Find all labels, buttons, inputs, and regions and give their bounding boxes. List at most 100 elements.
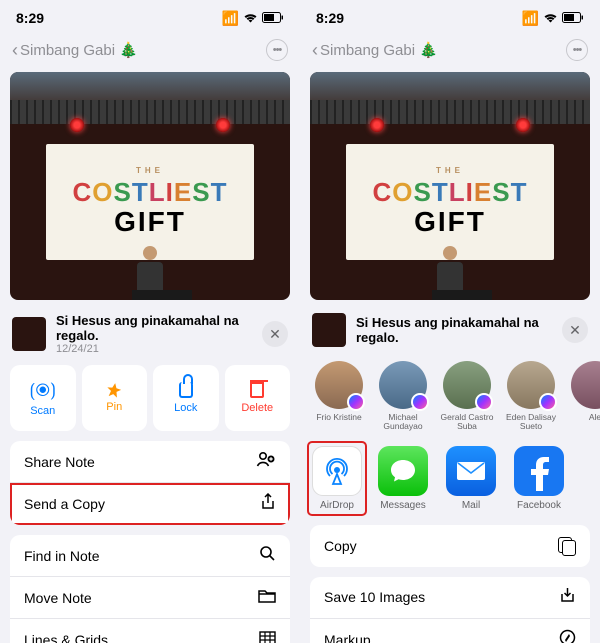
avatar xyxy=(571,361,600,409)
nav-bar: ‹ Simbang Gabi 🎄 ••• xyxy=(300,36,600,64)
close-icon: ✕ xyxy=(269,326,281,343)
folder-icon xyxy=(258,588,276,608)
delete-button[interactable]: Delete xyxy=(225,365,291,431)
messenger-badge-icon xyxy=(541,395,555,409)
airdrop-app[interactable]: AirDrop xyxy=(310,444,364,513)
back-label: Simbang Gabi 🎄 xyxy=(320,41,438,59)
avatar xyxy=(315,361,363,409)
avatar xyxy=(443,361,491,409)
save-images-label: Save 10 Images xyxy=(324,589,425,605)
cellular-icon: 📶 xyxy=(222,10,239,27)
back-button[interactable]: ‹ Simbang Gabi 🎄 xyxy=(12,40,138,61)
status-bar: 8:29 📶 xyxy=(300,0,600,36)
chevron-left-icon: ‹ xyxy=(312,40,318,61)
note-photo: THE COSTLIEST GIFT xyxy=(310,72,590,300)
search-icon xyxy=(259,545,276,567)
copy-label: Copy xyxy=(324,538,357,554)
wifi-icon xyxy=(543,10,558,26)
find-in-note-item[interactable]: Find in Note xyxy=(10,535,290,577)
move-note-item[interactable]: Move Note xyxy=(10,577,290,619)
battery-icon xyxy=(262,10,284,26)
save-images-item[interactable]: Save 10 Images xyxy=(310,577,590,619)
status-time: 8:29 xyxy=(316,10,344,26)
status-icons: 📶 xyxy=(522,10,584,27)
battery-icon xyxy=(562,10,584,26)
close-button[interactable]: ✕ xyxy=(262,321,288,347)
person-name: Ale xyxy=(568,413,600,422)
photo-title2: GIFT xyxy=(114,206,186,238)
share-person[interactable]: Eden Dalisay Sueto xyxy=(504,361,558,432)
messenger-badge-icon xyxy=(413,395,427,409)
share-person[interactable]: Ale xyxy=(568,361,600,432)
share-person[interactable]: Gerald Castro Suba xyxy=(440,361,494,432)
delete-label: Delete xyxy=(241,402,273,414)
copy-icon xyxy=(558,537,576,555)
share-icon xyxy=(260,493,276,516)
send-copy-item[interactable]: Send a Copy xyxy=(10,483,290,525)
chevron-left-icon: ‹ xyxy=(12,40,18,61)
more-button[interactable]: ••• xyxy=(566,39,588,61)
messages-label: Messages xyxy=(376,500,430,511)
people-row: Frio Kristine Michael Gundayao Gerald Ca… xyxy=(300,357,600,442)
pin-label: Pin xyxy=(106,401,122,413)
photo-title2: GIFT xyxy=(414,206,486,238)
person-name: Gerald Castro Suba xyxy=(440,413,494,432)
left-screenshot: 8:29 📶 ‹ Simbang Gabi 🎄 ••• THE COSTLIES… xyxy=(0,0,300,643)
sheet-header: Si Hesus ang pinakamahal na regalo. ✕ xyxy=(300,303,600,357)
photo-subtitle: THE xyxy=(436,166,464,175)
back-label: Simbang Gabi 🎄 xyxy=(20,41,138,59)
lock-label: Lock xyxy=(174,402,197,414)
share-person[interactable]: Frio Kristine xyxy=(312,361,366,432)
scan-icon: ⟮⦿⟯ xyxy=(30,380,56,401)
share-person[interactable]: Michael Gundayao xyxy=(376,361,430,432)
messages-icon xyxy=(378,446,428,496)
markup-label: Markup xyxy=(324,632,371,643)
avatar xyxy=(507,361,555,409)
note-thumbnail xyxy=(312,313,346,347)
lock-button[interactable]: Lock xyxy=(153,365,219,431)
sheet-title: Si Hesus ang pinakamahal na regalo. xyxy=(356,315,552,345)
photo-title1: COSTLIEST xyxy=(373,177,528,208)
markup-item[interactable]: Markup xyxy=(310,619,590,643)
more-button[interactable]: ••• xyxy=(266,39,288,61)
airdrop-icon xyxy=(312,446,362,496)
send-copy-label: Send a Copy xyxy=(24,496,105,512)
share-sheet: Si Hesus ang pinakamahal na regalo. ✕ Fr… xyxy=(300,303,600,643)
photo-title1: COSTLIEST xyxy=(73,177,228,208)
sheet-title: Si Hesus ang pinakamahal na regalo. xyxy=(56,313,252,343)
facebook-label: Facebook xyxy=(512,500,566,511)
status-time: 8:29 xyxy=(16,10,44,26)
close-icon: ✕ xyxy=(569,322,581,339)
note-photo: THE COSTLIEST GIFT xyxy=(10,72,290,300)
back-button[interactable]: ‹ Simbang Gabi 🎄 xyxy=(312,40,438,61)
pin-button[interactable]: Pin xyxy=(82,365,148,431)
share-note-item[interactable]: Share Note xyxy=(10,441,290,483)
collaborate-icon xyxy=(256,450,276,473)
grid-icon xyxy=(259,631,276,643)
close-button[interactable]: ✕ xyxy=(562,317,588,343)
share-actions-group-2: Save 10 Images Markup xyxy=(310,577,590,643)
nav-bar: ‹ Simbang Gabi 🎄 ••• xyxy=(0,36,300,64)
sheet-date: 12/24/21 xyxy=(56,343,252,355)
mail-app[interactable]: Mail xyxy=(444,446,498,511)
copy-item[interactable]: Copy xyxy=(310,525,590,567)
person-name: Frio Kristine xyxy=(312,413,366,422)
save-icon xyxy=(559,586,576,609)
photo-subtitle: THE xyxy=(136,166,164,175)
share-note-label: Share Note xyxy=(24,454,95,470)
lines-grids-item[interactable]: Lines & Grids xyxy=(10,619,290,643)
cellular-icon: 📶 xyxy=(522,10,539,27)
messages-app[interactable]: Messages xyxy=(376,446,430,511)
person-name: Eden Dalisay Sueto xyxy=(504,413,558,432)
scan-button[interactable]: ⟮⦿⟯ Scan xyxy=(10,365,76,431)
share-actions-group: Copy xyxy=(310,525,590,567)
list-group-1: Share Note Send a Copy xyxy=(10,441,290,525)
find-label: Find in Note xyxy=(24,548,99,564)
action-sheet: Si Hesus ang pinakamahal na regalo. 12/2… xyxy=(0,303,300,643)
status-bar: 8:29 📶 xyxy=(0,0,300,36)
facebook-icon xyxy=(514,446,564,496)
scan-label: Scan xyxy=(30,405,55,417)
status-icons: 📶 xyxy=(222,10,284,27)
airdrop-label: AirDrop xyxy=(312,500,362,511)
facebook-app[interactable]: Facebook xyxy=(512,446,566,511)
